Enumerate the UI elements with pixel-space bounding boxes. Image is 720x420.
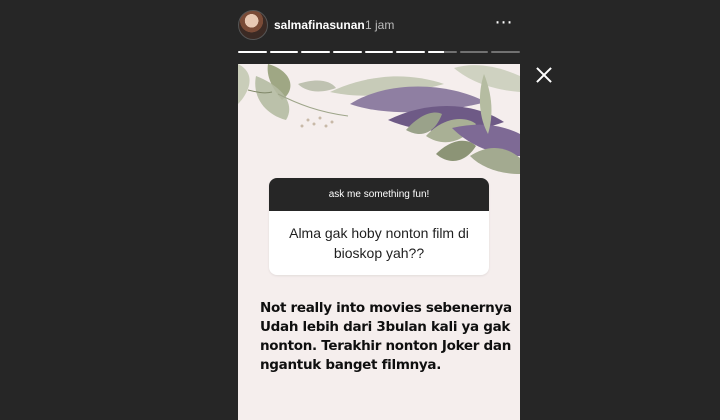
answer-line: ngantuk banget filmnya.	[260, 357, 442, 373]
answer-line: Udah lebih dari 3bulan kali ya gak	[260, 319, 511, 335]
story-progress-bar	[238, 51, 521, 54]
more-icon[interactable]: ⋯	[492, 12, 516, 32]
progress-segment-current	[428, 51, 457, 53]
story-header: salmafinasunan 1 jam ⋯	[238, 10, 520, 42]
progress-segment	[269, 51, 299, 53]
progress-segment	[459, 51, 489, 53]
botanical-decoration	[238, 64, 520, 174]
post-time: 1 jam	[365, 18, 395, 32]
answer-text: Not really into movies sebenernya Udah l…	[260, 299, 512, 375]
progress-segment	[333, 51, 362, 53]
story-frame[interactable]: ask me something fun! Alma gak hoby nont…	[238, 64, 520, 420]
answer-line: nonton. Terakhir nonton Joker dan	[260, 338, 512, 354]
progress-segment	[396, 51, 426, 53]
question-text: Alma gak hoby nonton film di bioskop yah…	[289, 225, 469, 261]
question-sticker-header: ask me something fun!	[269, 178, 489, 211]
avatar[interactable]	[238, 10, 268, 40]
progress-segment	[238, 51, 267, 53]
progress-segment	[364, 51, 394, 53]
question-sticker: ask me something fun! Alma gak hoby nont…	[269, 178, 489, 275]
username[interactable]: salmafinasunan	[274, 18, 365, 32]
answer-line: Not really into movies sebenernya	[260, 300, 512, 316]
progress-segment	[491, 51, 521, 53]
close-icon[interactable]	[533, 64, 555, 86]
progress-segment	[301, 51, 331, 53]
